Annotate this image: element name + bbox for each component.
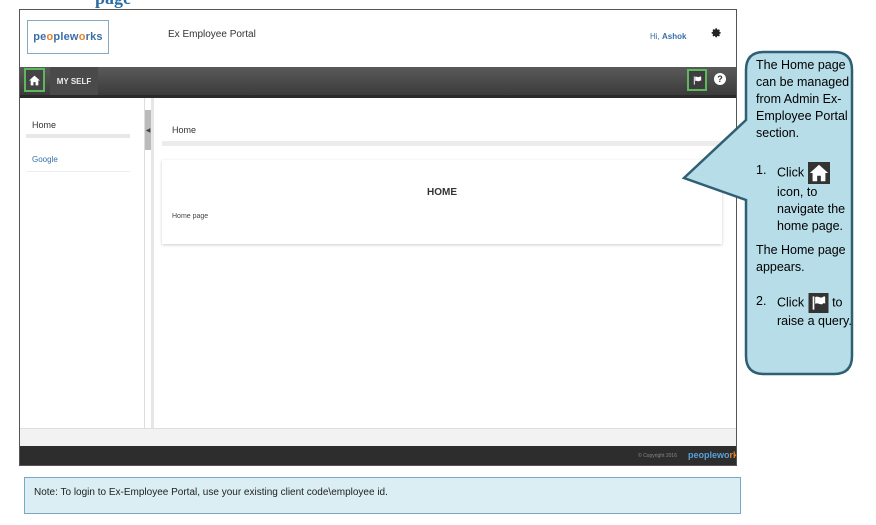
- home-icon: [807, 162, 830, 184]
- callout-result: The Home page appears.: [756, 243, 846, 274]
- note-box: Note: To login to Ex-Employee Portal, us…: [24, 477, 741, 514]
- step-to: to: [832, 295, 843, 310]
- logo-text-3: w: [69, 31, 79, 43]
- greeting-prefix: Hi,: [650, 32, 660, 41]
- page-heading-fragment: page: [95, 0, 131, 9]
- top-navbar: MY SELF ?: [20, 67, 736, 98]
- logo-text-accent: o: [46, 31, 54, 43]
- callout-step-1: 1. Click icon, to navigate the home page…: [756, 162, 866, 235]
- app-footer: © Copyright 2016 peopleworks: [20, 446, 736, 465]
- logo-text-2: ple: [53, 31, 70, 43]
- step-click: Click: [777, 165, 805, 180]
- sidebar-divider: [26, 171, 130, 172]
- home-card: HOME Home page: [162, 160, 722, 244]
- sidebar-active-indicator: [26, 134, 130, 138]
- sidebar: Home Google: [20, 98, 145, 428]
- footer-logo: peopleworks: [688, 450, 736, 460]
- home-button[interactable]: [24, 68, 45, 92]
- step-description: icon, to navigate the home page.: [777, 185, 846, 233]
- flag-icon: [808, 293, 829, 313]
- logo-text-accent-2: o: [78, 31, 86, 43]
- peopleworks-logo[interactable]: pe o ple w o rks: [27, 20, 109, 54]
- tab-my-self[interactable]: MY SELF: [50, 67, 98, 95]
- callout-step-2: 2. Click to raise a query.: [756, 293, 866, 330]
- logo-text-1: pe: [33, 31, 47, 43]
- chevron-left-icon: ◀: [145, 127, 151, 134]
- portal-screenshot: pe o ple w o rks Ex Employee Portal Hi, Ashok…: [19, 9, 737, 466]
- card-title: HOME: [427, 187, 457, 198]
- step-click: Click: [777, 295, 805, 310]
- gear-icon[interactable]: [710, 27, 722, 39]
- callout-text: The Home page can be managed from Admin …: [756, 57, 866, 330]
- copyright-text: © Copyright 2016: [638, 453, 677, 459]
- logo-text-4: rks: [85, 31, 103, 43]
- breadcrumb-underline: [162, 141, 722, 146]
- step-number: 1.: [756, 163, 767, 177]
- step-number: 2.: [756, 294, 767, 308]
- home-icon: [29, 75, 40, 85]
- footer-logo-text: peoplewo: [688, 450, 730, 460]
- sidebar-item-google[interactable]: Google: [32, 155, 58, 164]
- user-greeting[interactable]: Hi, Ashok: [650, 32, 686, 41]
- app-header: pe o ple w o rks Ex Employee Portal Hi, Ashok: [20, 10, 736, 67]
- callout-intro: The Home page can be managed from Admin …: [756, 58, 850, 140]
- main-content: Home HOME Home page: [154, 98, 736, 428]
- card-body-text: Home page: [172, 213, 209, 220]
- note-text: Note: To login to Ex-Employee Portal, us…: [34, 487, 388, 498]
- footer-logo-accent: rks: [729, 450, 736, 460]
- sidebar-item-home[interactable]: Home: [32, 120, 56, 130]
- content-bottom-strip: [20, 428, 736, 447]
- breadcrumb: Home: [172, 125, 197, 135]
- greeting-username: Ashok: [662, 32, 687, 41]
- step-description: raise a query.: [777, 314, 852, 328]
- portal-title: Ex Employee Portal: [168, 29, 256, 40]
